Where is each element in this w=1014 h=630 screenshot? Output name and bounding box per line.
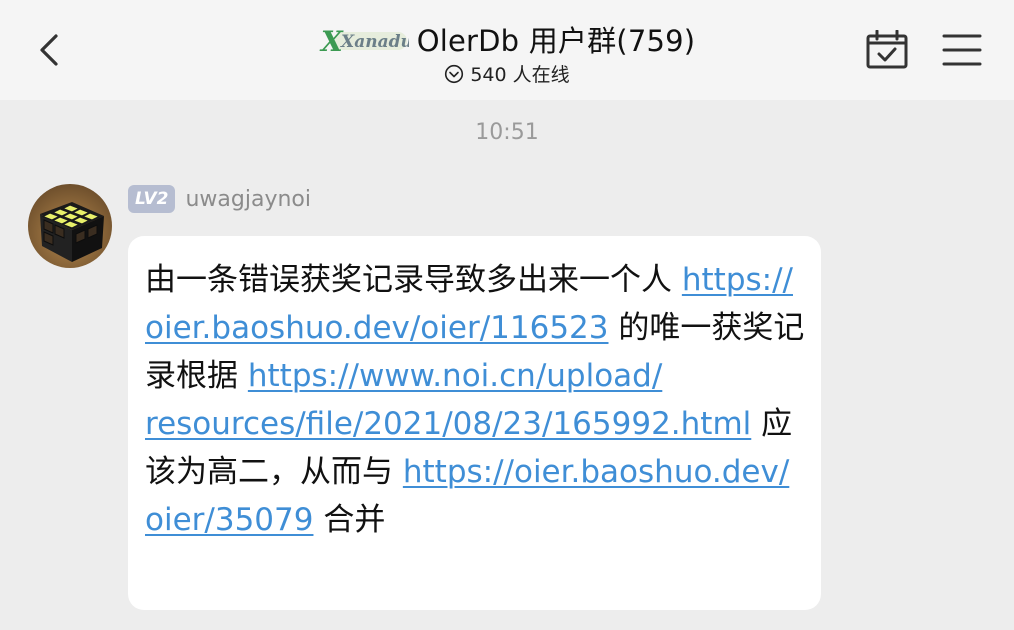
avatar[interactable] — [28, 184, 112, 268]
calendar-button[interactable] — [865, 29, 909, 70]
sender-name[interactable]: uwagjaynoi — [185, 187, 311, 212]
message-text: 合并 — [313, 502, 386, 538]
chat-header: X Xanadu OlerDb 用户群(759) 540 人在线 — [0, 0, 1014, 100]
rubiks-cube-avatar — [28, 184, 112, 268]
svg-text:Xanadu: Xanadu — [340, 32, 409, 52]
message-bubble[interactable]: 由一条错误获奖记录导致多出来一个人 https:/​/​oier.baoshuo… — [128, 236, 821, 610]
level-badge: LV2 — [128, 185, 176, 213]
chevron-circle-down-icon — [445, 64, 464, 83]
online-count: 540 人在线 — [470, 64, 570, 86]
menu-button[interactable] — [942, 30, 982, 70]
calendar-check-icon — [866, 29, 908, 69]
hamburger-menu-icon — [942, 34, 982, 66]
online-status-row: 540 人在线 — [0, 60, 1014, 88]
group-title: OlerDb 用户群(759) — [416, 24, 696, 58]
message-timestamp: 10:51 — [475, 120, 539, 145]
sender-row: LV2 uwagjaynoi — [128, 184, 311, 214]
xanadu-logo: X Xanadu — [319, 25, 409, 57]
chat-title-row: X Xanadu OlerDb 用户群(759) — [0, 18, 1014, 61]
message-text: 由一条错误获奖记录导致多出来一个人 — [145, 262, 682, 298]
